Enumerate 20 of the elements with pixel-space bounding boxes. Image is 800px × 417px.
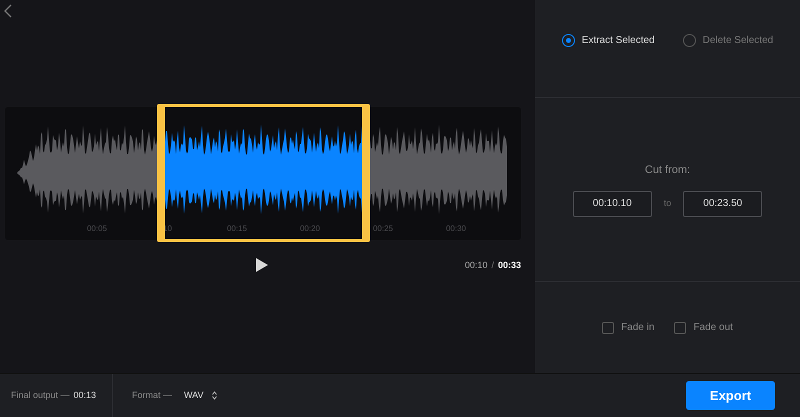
mode-radio[interactable]: Extract Selected [562,33,655,48]
final-output-label: Final output — [11,388,70,402]
current-time: 00:10 [464,259,488,272]
end-time-field[interactable]: 00:23.50 [683,190,762,217]
format-label: Format — [132,388,172,402]
time-separator: / [491,259,494,272]
export-button[interactable]: Export [686,381,775,410]
final-output-value: 00:13 [74,388,96,402]
fade-checkbox[interactable]: Fade out [674,320,733,335]
cut-from-label: Cut from: [644,163,690,178]
selection-frame[interactable] [157,104,370,242]
sort-arrows-icon [212,391,217,400]
start-time-field[interactable]: 00:10.10 [572,190,652,217]
to-label: to [664,197,672,210]
mode-radio[interactable]: Delete Selected [682,33,774,48]
format-dropdown[interactable]: WAV [184,388,217,402]
back-icon[interactable] [4,4,12,18]
fade-checkbox[interactable]: Fade in [602,320,654,335]
total-time: 00:33 [498,259,521,272]
play-button[interactable] [255,257,269,273]
